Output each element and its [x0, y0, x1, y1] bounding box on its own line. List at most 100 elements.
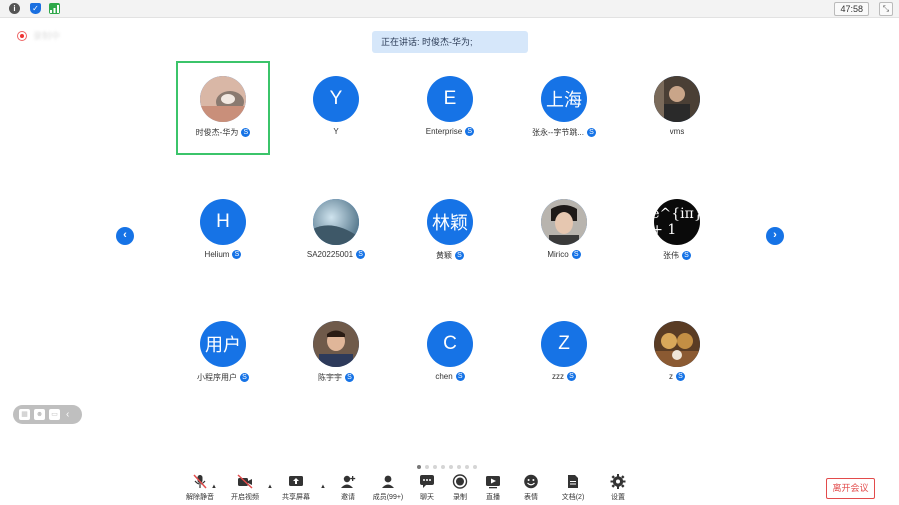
recording-icon — [17, 31, 27, 41]
microphone-muted-icon — [193, 474, 207, 489]
page-dot[interactable] — [417, 465, 421, 469]
document-icon — [568, 475, 578, 488]
emoji-icon — [524, 474, 538, 489]
avatar: Y — [313, 76, 359, 122]
meeting-toolbar: 解除静音 ▲ 开启视频 ▲ 共享屏幕 ▲ 邀请 成员(99+) 聊天 录制 直播… — [0, 474, 899, 505]
participant-tile[interactable]: E Enterprise S — [403, 61, 497, 155]
participant-name: Y — [333, 127, 339, 136]
participant-name: Enterprise — [425, 127, 463, 136]
gallery-view-icon[interactable]: ▦ — [19, 409, 30, 420]
members-button[interactable]: 成员(99+) — [368, 474, 408, 502]
participant-tile[interactable]: 林颖 黄颖 S — [403, 184, 497, 278]
participant-name: chen — [435, 372, 453, 381]
network-signal-icon[interactable] — [49, 3, 60, 14]
participant-name: 张伟 — [663, 251, 679, 260]
participant-tile[interactable]: 用户 小程序用户 S — [176, 306, 270, 400]
verified-badge-icon: S — [240, 373, 249, 382]
verified-badge-icon: S — [571, 250, 581, 259]
members-label: 成员(99+) — [372, 494, 404, 501]
participant-name: 黄颖 — [436, 251, 452, 260]
audio-options-caret-icon[interactable]: ▲ — [211, 484, 217, 490]
verified-badge-icon: S — [465, 127, 475, 136]
page-dot[interactable] — [433, 465, 437, 469]
video-off-icon — [237, 474, 253, 489]
share-screen-label: 共享屏幕 — [282, 494, 310, 501]
chat-view-icon[interactable]: ▭ — [49, 409, 60, 420]
participant-tile[interactable]: 陈宇宇 S — [289, 306, 383, 400]
participant-name: vms — [669, 127, 685, 136]
page-dot[interactable] — [425, 465, 429, 469]
info-icon[interactable]: i — [9, 3, 20, 14]
participant-tile[interactable]: zS — [630, 306, 724, 400]
participant-name: 张永--字节跳... — [532, 128, 584, 137]
unmute-label: 解除静音 — [186, 494, 214, 501]
security-shield-icon[interactable]: ✓ — [30, 3, 41, 14]
page-dot[interactable] — [473, 465, 477, 469]
view-mode-switcher[interactable]: ▦ ☻ ▭ ‹ — [13, 405, 82, 424]
recording-label: 录制中 — [33, 31, 61, 41]
participant-tile[interactable]: Y Y — [289, 61, 383, 155]
documents-label: 文档(2) — [561, 494, 585, 501]
video-options-caret-icon[interactable]: ▲ — [267, 484, 273, 490]
avatar-photo — [200, 76, 246, 122]
avatar-photo — [541, 199, 587, 245]
participant-tile[interactable]: SA20225001 S — [289, 184, 383, 278]
page-dot[interactable] — [457, 465, 461, 469]
participant-tile[interactable]: C chen S — [403, 306, 497, 400]
verified-badge-icon: S — [455, 251, 464, 260]
avatar: e^{iπ} + 1 — [654, 199, 700, 245]
meeting-timer: 47:58 — [834, 2, 869, 16]
page-dot[interactable] — [465, 465, 469, 469]
speaker-view-icon[interactable]: ☻ — [34, 409, 45, 420]
participant-name: 时俊杰-华为 — [195, 128, 239, 137]
collapse-arrow-icon[interactable]: ‹ — [66, 409, 69, 420]
previous-page-button[interactable]: ‹ — [116, 227, 134, 245]
fullscreen-exit-icon[interactable]: ⤡ — [879, 2, 893, 16]
live-button[interactable]: 直播 — [473, 474, 513, 502]
avatar-photo — [313, 199, 359, 245]
avatar: 林颖 — [427, 199, 473, 245]
participant-tile[interactable]: 时俊杰-华为 S — [176, 61, 270, 155]
avatar: E — [427, 76, 473, 122]
leave-meeting-button[interactable]: 离开会议 — [826, 478, 875, 499]
participant-name: SA20225001 — [306, 250, 354, 259]
avatar: Z — [541, 321, 587, 367]
share-screen-button[interactable]: 共享屏幕 — [276, 474, 316, 502]
speaking-banner: 正在讲话: 时俊杰-华为; — [372, 31, 528, 53]
documents-button[interactable]: 文档(2) — [553, 474, 593, 502]
participant-tile[interactable]: vms — [630, 61, 724, 155]
participant-name: Helium — [204, 250, 230, 259]
avatar: 上海 — [541, 76, 587, 122]
live-label: 直播 — [486, 494, 500, 501]
avatar: C — [427, 321, 473, 367]
invite-button[interactable]: 邀请 — [328, 474, 368, 502]
next-page-button[interactable]: › — [766, 227, 784, 245]
share-screen-icon — [289, 476, 303, 486]
verified-badge-icon: S — [587, 128, 596, 137]
participant-tile[interactable]: e^{iπ} + 1 张伟S — [630, 184, 724, 278]
reactions-button[interactable]: 表情 — [511, 474, 551, 502]
participant-tile[interactable]: Mirico S — [517, 184, 611, 278]
participant-name: Mirico — [547, 250, 569, 259]
avatar-photo — [654, 76, 700, 122]
invite-label: 邀请 — [341, 494, 355, 501]
participant-name: zzz — [552, 372, 564, 381]
page-dot[interactable] — [441, 465, 445, 469]
avatar-photo — [654, 321, 700, 367]
reactions-label: 表情 — [524, 494, 538, 501]
share-options-caret-icon[interactable]: ▲ — [320, 484, 326, 490]
participant-name: 小程序用户 — [197, 373, 237, 382]
page-dot[interactable] — [449, 465, 453, 469]
participant-tile[interactable]: 上海 张永--字节跳... S — [517, 61, 611, 155]
settings-button[interactable]: 设置 — [598, 474, 638, 502]
top-bar: i ✓ 47:58 ⤡ — [0, 0, 899, 18]
page-indicator — [417, 465, 477, 469]
avatar: H — [200, 199, 246, 245]
verified-badge-icon: S — [356, 250, 366, 259]
participant-tile[interactable]: Z zzz S — [517, 306, 611, 400]
participant-tile[interactable]: H Helium S — [176, 184, 270, 278]
verified-badge-icon: S — [455, 372, 465, 381]
verified-badge-icon: S — [232, 250, 242, 259]
chat-icon — [420, 475, 434, 488]
start-video-button[interactable]: 开启视频 — [225, 474, 265, 502]
